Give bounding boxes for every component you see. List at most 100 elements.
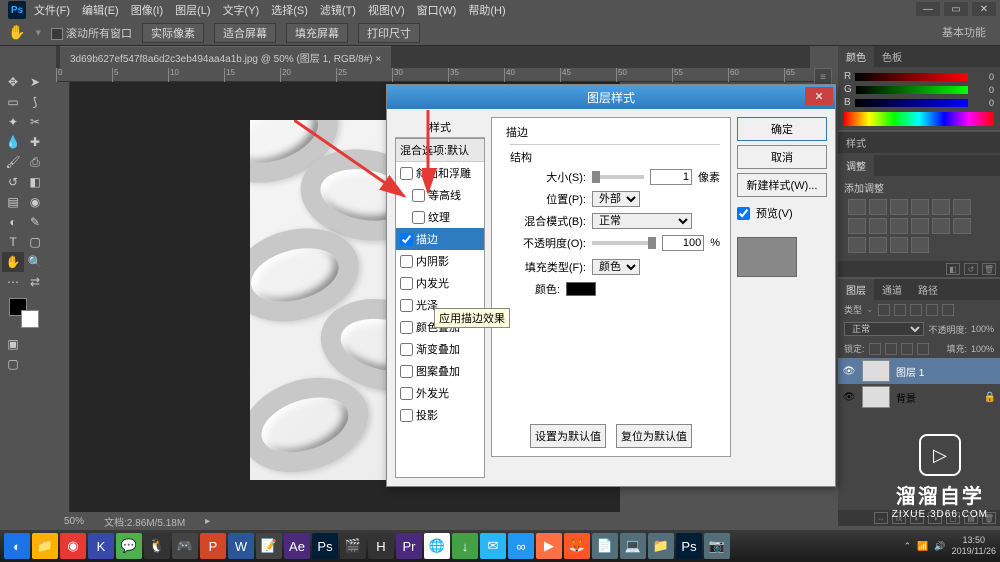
- val-g[interactable]: 0: [972, 85, 994, 95]
- adj-curves[interactable]: [890, 199, 908, 215]
- style-item-texture[interactable]: 纹理: [396, 206, 484, 228]
- filter-smart-icon[interactable]: [942, 304, 954, 316]
- style-item-bevel[interactable]: 斜面和浮雕: [396, 162, 484, 184]
- tool-stamp[interactable]: ⎙: [24, 152, 46, 172]
- new-style-button[interactable]: 新建样式(W)...: [737, 173, 827, 197]
- tab-styles-panel[interactable]: 样式: [838, 132, 874, 153]
- style-item-pattoverlay[interactable]: 图案叠加: [396, 360, 484, 382]
- taskbar-icon-15[interactable]: 🌐: [424, 533, 450, 559]
- tab-paths[interactable]: 路径: [910, 279, 946, 300]
- tool-heal[interactable]: ✚: [24, 132, 46, 152]
- tray-up-icon[interactable]: ⌃: [904, 541, 912, 552]
- menu-filter[interactable]: 滤镜(T): [320, 2, 356, 18]
- opt-fill-screen[interactable]: 填充屏幕: [286, 23, 348, 43]
- taskbar-icon-19[interactable]: ▶: [536, 533, 562, 559]
- tray-net-icon[interactable]: 📶: [917, 541, 928, 552]
- adj-photo[interactable]: [890, 218, 908, 234]
- layer-visibility-bg[interactable]: 👁: [842, 392, 856, 403]
- preview-checkbox[interactable]: [737, 207, 750, 220]
- style-item-dropshadow[interactable]: 投影: [396, 404, 484, 426]
- blendmode-select[interactable]: 正常: [592, 213, 692, 229]
- tool-swap[interactable]: ⇄: [24, 272, 46, 292]
- adj-poster[interactable]: [848, 237, 866, 253]
- win-minimize[interactable]: —: [916, 2, 940, 16]
- tray-vol-icon[interactable]: 🔊: [934, 541, 945, 552]
- adj-vibrance[interactable]: [932, 199, 950, 215]
- taskbar-icon-2[interactable]: ◉: [60, 533, 86, 559]
- adj-mixer[interactable]: [911, 218, 929, 234]
- opt-fit-screen[interactable]: 适合屏幕: [214, 23, 276, 43]
- adj-levels[interactable]: [869, 199, 887, 215]
- opacity-value[interactable]: 100%: [971, 324, 994, 334]
- taskbar-icon-17[interactable]: ✉: [480, 533, 506, 559]
- tool-screenmode[interactable]: ▢: [2, 354, 24, 374]
- taskbar-icon-10[interactable]: Ae: [284, 533, 310, 559]
- scroll-all-checkbox[interactable]: [51, 28, 63, 40]
- adj-selcolor[interactable]: [911, 237, 929, 253]
- style-item-gradoverlay[interactable]: 渐变叠加: [396, 338, 484, 360]
- tool-path-sel[interactable]: ➤: [24, 72, 46, 92]
- adj-clip-icon[interactable]: ◧: [946, 263, 960, 275]
- style-check-bevel[interactable]: [400, 167, 413, 180]
- taskbar-icon-8[interactable]: W: [228, 533, 254, 559]
- layer-link-icon[interactable]: ⇔: [874, 512, 888, 524]
- adj-colorbal[interactable]: [848, 218, 866, 234]
- taskbar-icon-24[interactable]: Ps: [676, 533, 702, 559]
- filter-adj-icon[interactable]: [894, 304, 906, 316]
- color-swatches[interactable]: [9, 298, 39, 328]
- style-item-outerglow[interactable]: 外发光: [396, 382, 484, 404]
- taskbar-icon-13[interactable]: H: [368, 533, 394, 559]
- taskbar-icon-4[interactable]: 💬: [116, 533, 142, 559]
- layer-name-bg[interactable]: 背景: [896, 390, 916, 405]
- ok-button[interactable]: 确定: [737, 117, 827, 141]
- taskbar-icon-1[interactable]: 📁: [32, 533, 58, 559]
- adj-trash-icon[interactable]: 🗑: [982, 263, 996, 275]
- menu-edit[interactable]: 编辑(E): [82, 2, 119, 18]
- tool-dodge[interactable]: ◐: [2, 212, 24, 232]
- tool-edit-toolbar[interactable]: ⋯: [2, 272, 24, 292]
- tool-quickmask[interactable]: ▣: [2, 334, 24, 354]
- doc-tab[interactable]: 3d69b627ef547f8a6d2c3eb494aa4a1b.jpg @ 5…: [60, 46, 391, 68]
- tab-adjustments[interactable]: 调整: [838, 155, 874, 176]
- tool-blur[interactable]: ◉: [24, 192, 46, 212]
- style-check-dropshadow[interactable]: [400, 409, 413, 422]
- cancel-button[interactable]: 取消: [737, 145, 827, 169]
- filter-pixel-icon[interactable]: [878, 304, 890, 316]
- style-item-innerglow[interactable]: 内发光: [396, 272, 484, 294]
- tool-type[interactable]: T: [2, 232, 24, 252]
- tab-swatches[interactable]: 色板: [874, 46, 910, 67]
- taskbar-icon-14[interactable]: Pr: [396, 533, 422, 559]
- blend-mode-select[interactable]: 正常: [844, 322, 924, 336]
- taskbar-icon-25[interactable]: 📷: [704, 533, 730, 559]
- style-check-innerglow[interactable]: [400, 277, 413, 290]
- style-item-contour[interactable]: 等高线: [396, 184, 484, 206]
- filter-shape-icon[interactable]: [926, 304, 938, 316]
- slider-b[interactable]: [855, 99, 968, 107]
- zoom-level[interactable]: 50%: [64, 516, 84, 527]
- lock-pos-icon[interactable]: [901, 343, 913, 355]
- taskbar-icon-12[interactable]: 🎬: [340, 533, 366, 559]
- style-check-pattoverlay[interactable]: [400, 365, 413, 378]
- filter-type-icon[interactable]: [910, 304, 922, 316]
- tool-lasso[interactable]: ⟆: [24, 92, 46, 112]
- taskbar-icon-3[interactable]: K: [88, 533, 114, 559]
- style-check-coloroverlay[interactable]: [400, 321, 413, 334]
- taskbar-icon-0[interactable]: ◐: [4, 533, 30, 559]
- layer-name-1[interactable]: 图层 1: [896, 364, 924, 379]
- stroke-color-swatch[interactable]: [566, 282, 596, 296]
- taskbar-icon-5[interactable]: 🐧: [144, 533, 170, 559]
- win-close[interactable]: ✕: [972, 2, 996, 16]
- taskbar-icon-16[interactable]: ↓: [452, 533, 478, 559]
- tool-hand[interactable]: ✋: [2, 252, 24, 272]
- taskbar-icon-9[interactable]: 📝: [256, 533, 282, 559]
- style-blend-default[interactable]: 混合选项:默认: [396, 139, 484, 162]
- adj-threshold[interactable]: [869, 237, 887, 253]
- filltype-select[interactable]: 颜色: [592, 259, 640, 275]
- adj-lookup[interactable]: [932, 218, 950, 234]
- reset-default-button[interactable]: 复位为默认值: [616, 424, 692, 448]
- style-check-stroke[interactable]: [400, 233, 413, 246]
- style-item-stroke[interactable]: 描边: [396, 228, 484, 250]
- tool-eraser[interactable]: ◧: [24, 172, 46, 192]
- size-input[interactable]: [650, 169, 692, 185]
- menu-help[interactable]: 帮助(H): [468, 2, 505, 18]
